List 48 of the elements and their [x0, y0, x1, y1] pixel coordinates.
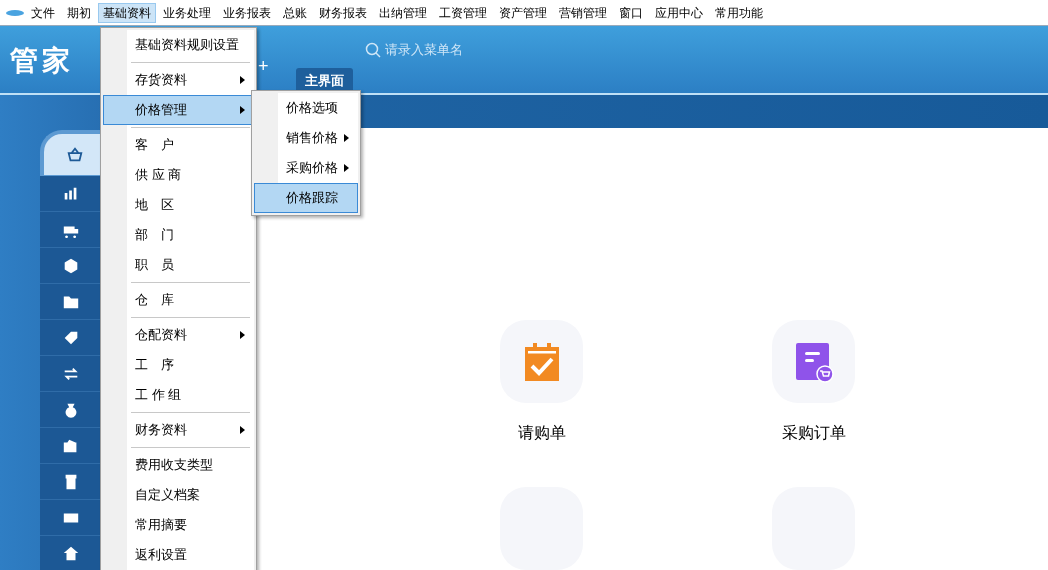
menu-item[interactable]: 价格跟踪 — [254, 183, 358, 213]
menu-item[interactable]: 费用收支类型 — [103, 450, 254, 480]
menu-item[interactable]: 仓 库 — [103, 285, 254, 315]
menu-bar-item[interactable]: 基础资料 — [98, 2, 156, 23]
menu-icon — [62, 256, 80, 275]
menu-bar-item[interactable]: 业务报表 — [218, 2, 276, 23]
menu-item[interactable]: 地 区 — [103, 190, 254, 220]
menu-item[interactable]: 工 作 组 — [103, 380, 254, 410]
menu-icon — [62, 544, 80, 563]
shortcut-label: 采购订单 — [781, 423, 846, 443]
menu-item[interactable]: 常用摘要 — [103, 510, 254, 540]
menu-item[interactable]: 销售价格 — [254, 123, 358, 153]
menu-bar-item[interactable]: 期初 — [62, 2, 96, 23]
menu-item[interactable]: 价格选项 — [254, 93, 358, 123]
menu-bar-item[interactable]: 营销管理 — [554, 2, 612, 23]
menu-item[interactable]: 仓配资料 — [103, 320, 254, 350]
menu-bar-item[interactable]: 总账 — [278, 2, 312, 23]
shortcut-tile[interactable] — [772, 320, 855, 403]
menu-item[interactable]: 采购价格 — [254, 153, 358, 183]
clipboard-check-icon — [523, 341, 560, 382]
menu-item[interactable]: 工 序 — [103, 350, 254, 380]
menu-item[interactable]: 自定义档案 — [103, 480, 254, 510]
menu-item[interactable]: 客 户 — [103, 130, 254, 160]
shortcut-tile[interactable] — [500, 320, 583, 403]
menu-bar-item[interactable]: 出纳管理 — [374, 2, 432, 23]
menu-bar-item[interactable]: 工资管理 — [434, 2, 492, 23]
app-icon — [6, 8, 24, 17]
menu-item[interactable]: 价格管理 — [103, 95, 254, 125]
menu-item[interactable]: 存货资料 — [103, 65, 254, 95]
menu-item[interactable]: 供 应 商 — [103, 160, 254, 190]
shortcut-label: 请购单 — [517, 423, 566, 443]
menu-item[interactable]: 返利设置 — [103, 540, 254, 570]
menu-bar-item[interactable]: 财务报表 — [314, 2, 372, 23]
order-cart-icon — [793, 340, 834, 383]
menu-bar-item[interactable]: 应用中心 — [650, 2, 708, 23]
menu-icon — [66, 145, 84, 164]
menu-bar-item[interactable]: 业务处理 — [158, 2, 216, 23]
plus-icon-text[interactable]: + — [258, 56, 269, 76]
menu-bar-item[interactable]: 窗口 — [614, 2, 648, 23]
search-icon — [364, 41, 381, 58]
logo-text: 管家 — [10, 45, 74, 76]
menu-item[interactable]: 职 员 — [103, 250, 254, 280]
menu-item[interactable]: 财务资料 — [103, 415, 254, 445]
menu-bar-item[interactable]: 文件 — [26, 2, 60, 23]
menu-item[interactable]: 基础资料规则设置 — [103, 30, 254, 60]
menu-bar-item[interactable]: 常用功能 — [710, 2, 768, 23]
menu-bar-item[interactable]: 资产管理 — [494, 2, 552, 23]
menu-item[interactable]: 部 门 — [103, 220, 254, 250]
